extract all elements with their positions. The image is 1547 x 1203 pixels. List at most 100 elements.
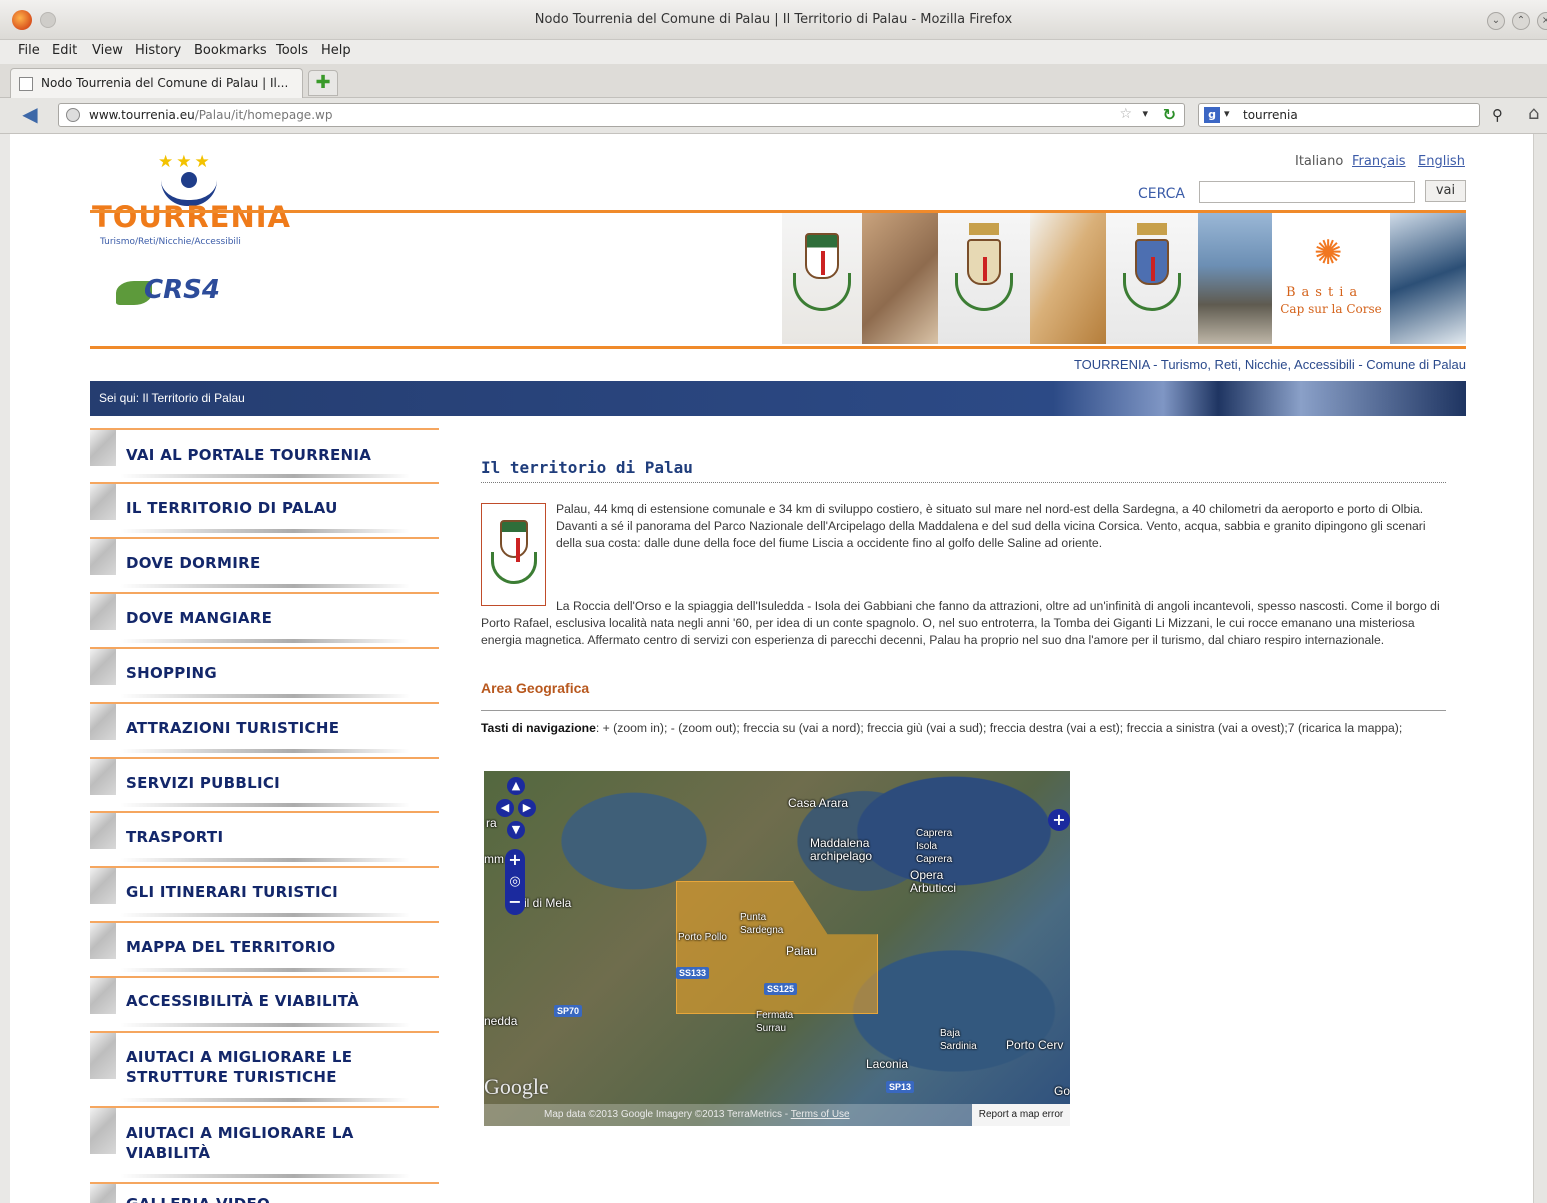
plus-icon: ✚: [315, 72, 331, 93]
title-divider: [481, 482, 1446, 483]
binoculars-icon[interactable]: ⚲: [1492, 106, 1503, 124]
menubar: File Edit View History Bookmarks Tools H…: [0, 40, 1547, 64]
globe-icon[interactable]: ◎: [505, 873, 525, 891]
nav-bullet-icon: [90, 923, 116, 959]
map-label-porto-cervo: Porto Cerv: [1006, 1038, 1064, 1052]
address-url: www.tourrenia.eu/Palau/it/homepage.wp: [89, 108, 333, 122]
sidebar-item-dormire[interactable]: DOVE DORMIRE: [90, 537, 439, 592]
search-query: tourrenia: [1243, 108, 1298, 122]
search-bar[interactable]: g ▾ tourrenia: [1198, 103, 1480, 127]
close-icon[interactable]: ×: [1537, 12, 1547, 30]
sidebar-item-attrazioni[interactable]: ATTRAZIONI TURISTICHE: [90, 702, 439, 757]
nav-bullet-icon: [90, 1033, 116, 1079]
breadcrumb: Sei qui: Il Territorio di Palau: [90, 381, 1466, 416]
navigation-toolbar: ◀ www.tourrenia.eu/Palau/it/homepage.wp …: [0, 98, 1547, 134]
road-ss125: SS125: [764, 983, 798, 995]
history-dropdown-icon[interactable]: ▾: [1142, 107, 1148, 120]
crs4-logo[interactable]: CRS4: [116, 275, 256, 315]
window-titlebar: Nodo Tourrenia del Comune di Palau | Il …: [0, 0, 1547, 40]
sidebar-item-portale[interactable]: VAI AL PORTALE TOURRENIA: [90, 428, 439, 482]
sidebar-item-servizi[interactable]: SERVIZI PUBBLICI: [90, 757, 439, 811]
zoom-out-icon[interactable]: −: [505, 893, 525, 911]
zoom-in-icon[interactable]: +: [505, 851, 525, 869]
logo-subtitle: Turismo/Reti/Nicchie/Accessibili: [100, 237, 241, 247]
minimize-icon[interactable]: ⌄: [1487, 12, 1505, 30]
banner-crest-3: [1106, 213, 1198, 344]
banner-rock-photo: [862, 213, 938, 344]
nav-bullet-icon: [90, 868, 116, 904]
menu-edit[interactable]: Edit: [52, 43, 77, 58]
nav-bullet-icon: [90, 484, 116, 520]
address-bar[interactable]: www.tourrenia.eu/Palau/it/homepage.wp ☆ …: [58, 103, 1185, 127]
search-label: CERCA: [1138, 186, 1186, 202]
map-widget[interactable]: Casa Arara Maddalena archipelago Caprera…: [484, 771, 1070, 1126]
sidebar-item-shopping[interactable]: SHOPPING: [90, 647, 439, 702]
nav-bullet-icon: [90, 813, 116, 849]
map-attribution: Map data ©2013 Google Imagery ©2013 Terr…: [484, 1104, 1070, 1126]
report-map-error-link[interactable]: Report a map error: [972, 1104, 1070, 1126]
crs4-logo-text: CRS4: [144, 275, 220, 305]
banner-museum-photo: [1030, 213, 1106, 344]
tab-label: Nodo Tourrenia del Comune di Palau | Il.…: [41, 76, 289, 90]
site-logo[interactable]: TOURRENIA: [92, 200, 291, 234]
map-label-punta-sardegna: Punta Sardegna: [740, 912, 784, 936]
banner-bastia-logo: ✺ Bastia Cap sur la Corse: [1272, 213, 1390, 344]
nav-bullet-icon: [90, 539, 116, 575]
map-zoom-control: + ◎ −: [505, 849, 525, 915]
menu-file[interactable]: File: [18, 43, 40, 58]
menu-history[interactable]: History: [135, 43, 181, 58]
map-label-fermata: Fermata Surrau: [756, 1010, 794, 1034]
map-label-mm: mm: [484, 852, 504, 866]
new-tab-button[interactable]: ✚: [308, 70, 338, 96]
menu-help[interactable]: Help: [321, 43, 351, 58]
map-keyboard-help: Tasti di navigazione: + (zoom in); - (zo…: [481, 721, 1403, 735]
reload-icon[interactable]: ↻: [1163, 105, 1176, 124]
sidebar-item-trasporti[interactable]: TRASPORTI: [90, 811, 439, 866]
map-label-mela: il di Mela: [524, 896, 572, 910]
maximize-icon[interactable]: ⌃: [1512, 12, 1530, 30]
page-favicon-icon: [19, 77, 33, 91]
menu-tools[interactable]: Tools: [276, 43, 308, 58]
bookmark-star-icon[interactable]: ☆: [1119, 106, 1132, 122]
pan-up-icon[interactable]: ▲: [507, 777, 525, 795]
lang-french-link[interactable]: Français: [1352, 154, 1406, 169]
terms-link[interactable]: Terms of Use: [791, 1109, 850, 1120]
sidebar-item-itinerari[interactable]: GLI ITINERARI TURISTICI: [90, 866, 439, 921]
menu-view[interactable]: View: [92, 43, 123, 58]
site-tagline: TOURRENIA - Turismo, Reti, Nicchie, Acce…: [1073, 357, 1466, 372]
layer-switcher-icon[interactable]: +: [1048, 809, 1070, 831]
page-scrollbar[interactable]: [1533, 134, 1547, 1203]
map-label-caprera: Caprera Isola Caprera: [916, 828, 953, 865]
menu-bookmarks[interactable]: Bookmarks: [194, 43, 267, 58]
back-arrow-icon[interactable]: ◀: [16, 104, 44, 126]
pan-right-icon[interactable]: ▶: [518, 799, 536, 817]
search-engine-dropdown-icon[interactable]: ▾: [1224, 107, 1230, 120]
nav-bullet-icon: [90, 759, 116, 795]
banner-crest-2: [938, 213, 1030, 344]
map-label-casa-arara: Casa Arara: [788, 796, 849, 810]
sidebar-item-mappa[interactable]: MAPPA DEL TERRITORIO: [90, 921, 439, 976]
tab-active[interactable]: Nodo Tourrenia del Comune di Palau | Il.…: [10, 68, 303, 98]
sidebar-item-galleria-video[interactable]: GALLERIA VIDEO: [90, 1182, 439, 1203]
section-divider: [481, 710, 1446, 711]
site-search-button[interactable]: vai: [1425, 180, 1466, 202]
nav-bullet-icon: [90, 704, 116, 740]
map-label-porto-pollo: Porto Pollo: [678, 932, 727, 943]
sidebar-item-territorio[interactable]: IL TERRITORIO DI PALAU: [90, 482, 439, 537]
lang-italian[interactable]: Italiano: [1295, 154, 1343, 169]
sidebar-nav: VAI AL PORTALE TOURRENIA IL TERRITORIO D…: [90, 428, 439, 1203]
sidebar-item-migliorare-strutture[interactable]: AIUTACI A MIGLIORARE LE STRUTTURE TURIST…: [90, 1031, 439, 1106]
lang-english-link[interactable]: English: [1418, 154, 1465, 169]
page-title: Il territorio di Palau: [481, 458, 693, 477]
sidebar-item-mangiare[interactable]: DOVE MANGIARE: [90, 592, 439, 647]
sun-icon: ✺: [1314, 233, 1343, 273]
pan-down-icon[interactable]: ▼: [507, 821, 525, 839]
google-icon[interactable]: g: [1204, 107, 1220, 123]
home-icon[interactable]: ⌂: [1528, 103, 1539, 124]
sidebar-item-migliorare-viabilita[interactable]: AIUTACI A MIGLIORARE LA VIABILITÀ: [90, 1106, 439, 1182]
site-search-input[interactable]: [1199, 181, 1415, 203]
pan-left-icon[interactable]: ◀: [496, 799, 514, 817]
breadcrumb-text: Sei qui: Il Territorio di Palau: [99, 391, 245, 405]
site-identity-icon[interactable]: [66, 108, 80, 122]
sidebar-item-accessibilita[interactable]: ACCESSIBILITÀ E VIABILITÀ: [90, 976, 439, 1031]
